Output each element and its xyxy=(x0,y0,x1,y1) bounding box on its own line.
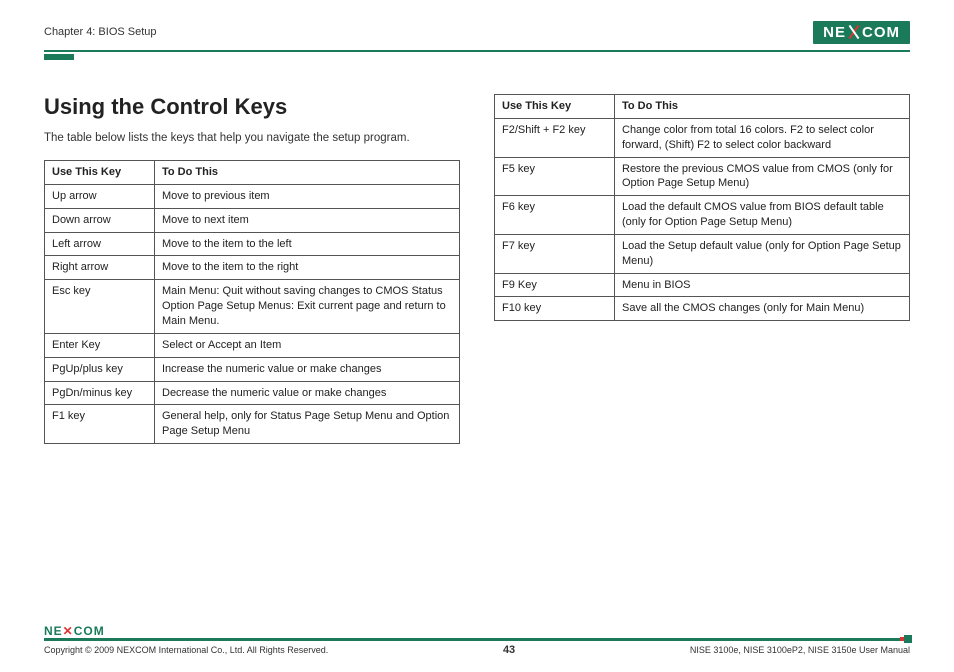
desc-cell: General help, only for Status Page Setup… xyxy=(155,405,460,444)
desc-cell: Move to the item to the right xyxy=(155,256,460,280)
key-cell: F2/Shift + F2 key xyxy=(495,118,615,157)
desc-cell: Move to previous item xyxy=(155,184,460,208)
control-keys-table-2: Use This Key To Do This F2/Shift + F2 ke… xyxy=(494,94,910,321)
logo-x-icon xyxy=(847,25,861,39)
footer-logo: NE✕COM xyxy=(44,624,910,638)
key-cell: Left arrow xyxy=(45,232,155,256)
right-column: Use This Key To Do This F2/Shift + F2 ke… xyxy=(494,94,910,444)
desc-cell: Menu in BIOS xyxy=(615,273,910,297)
desc-cell: Main Menu: Quit without saving changes t… xyxy=(155,280,460,334)
header-rule xyxy=(44,50,910,52)
table-row: F2/Shift + F2 keyChange color from total… xyxy=(495,118,910,157)
key-cell: Down arrow xyxy=(45,208,155,232)
page: Chapter 4: BIOS Setup NE COM Using the C… xyxy=(0,0,954,672)
footer-logo-x-icon: ✕ xyxy=(63,624,74,638)
table-row: F6 keyLoad the default CMOS value from B… xyxy=(495,196,910,235)
col-header-do: To Do This xyxy=(155,161,460,185)
intro-text: The table below lists the keys that help… xyxy=(44,130,460,146)
table-row: Enter KeySelect or Accept an Item xyxy=(45,333,460,357)
logo-text-left: NE xyxy=(823,24,846,41)
key-cell: F5 key xyxy=(495,157,615,196)
key-cell: PgUp/plus key xyxy=(45,357,155,381)
footer-row: Copyright © 2009 NEXCOM International Co… xyxy=(44,644,910,656)
table-row: Down arrowMove to next item xyxy=(45,208,460,232)
footer: NE✕COM Copyright © 2009 NEXCOM Internati… xyxy=(44,624,910,656)
table-row: Left arrowMove to the item to the left xyxy=(45,232,460,256)
logo-text-right: COM xyxy=(862,24,900,41)
table-row: F5 keyRestore the previous CMOS value fr… xyxy=(495,157,910,196)
desc-cell: Load the default CMOS value from BIOS de… xyxy=(615,196,910,235)
table-row: Esc keyMain Menu: Quit without saving ch… xyxy=(45,280,460,334)
page-number: 43 xyxy=(503,644,515,656)
desc-cell: Move to the item to the left xyxy=(155,232,460,256)
table-row: F9 KeyMenu in BIOS xyxy=(495,273,910,297)
chapter-label: Chapter 4: BIOS Setup xyxy=(44,26,157,38)
page-title: Using the Control Keys xyxy=(44,94,460,120)
manual-name: NISE 3100e, NISE 3100eP2, NISE 3150e Use… xyxy=(690,645,910,655)
table-row: F1 keyGeneral help, only for Status Page… xyxy=(45,405,460,444)
header: Chapter 4: BIOS Setup NE COM xyxy=(44,20,910,44)
key-cell: Enter Key xyxy=(45,333,155,357)
table-row: Up arrowMove to previous item xyxy=(45,184,460,208)
desc-cell: Restore the previous CMOS value from CMO… xyxy=(615,157,910,196)
key-cell: Esc key xyxy=(45,280,155,334)
desc-cell: Increase the numeric value or make chang… xyxy=(155,357,460,381)
table-row: PgDn/minus keyDecrease the numeric value… xyxy=(45,381,460,405)
key-cell: F1 key xyxy=(45,405,155,444)
key-cell: Right arrow xyxy=(45,256,155,280)
table-header-row: Use This Key To Do This xyxy=(45,161,460,185)
desc-cell: Move to next item xyxy=(155,208,460,232)
logo: NE COM xyxy=(813,21,910,44)
col-header-key: Use This Key xyxy=(495,95,615,119)
key-cell: Up arrow xyxy=(45,184,155,208)
desc-cell: Load the Setup default value (only for O… xyxy=(615,234,910,273)
desc-cell: Decrease the numeric value or make chang… xyxy=(155,381,460,405)
footer-logo-right: COM xyxy=(74,624,105,638)
footer-logo-left: NE xyxy=(44,624,63,638)
desc-cell: Change color from total 16 colors. F2 to… xyxy=(615,118,910,157)
key-cell: F9 Key xyxy=(495,273,615,297)
key-cell: F10 key xyxy=(495,297,615,321)
key-cell: F6 key xyxy=(495,196,615,235)
desc-cell: Select or Accept an Item xyxy=(155,333,460,357)
content: Using the Control Keys The table below l… xyxy=(44,94,910,444)
col-header-key: Use This Key xyxy=(45,161,155,185)
table-row: PgUp/plus keyIncrease the numeric value … xyxy=(45,357,460,381)
table-header-row: Use This Key To Do This xyxy=(495,95,910,119)
table-row: F7 keyLoad the Setup default value (only… xyxy=(495,234,910,273)
desc-cell: Save all the CMOS changes (only for Main… xyxy=(615,297,910,321)
table-row: Right arrowMove to the item to the right xyxy=(45,256,460,280)
left-column: Using the Control Keys The table below l… xyxy=(44,94,460,444)
key-cell: PgDn/minus key xyxy=(45,381,155,405)
table-row: F10 keySave all the CMOS changes (only f… xyxy=(495,297,910,321)
col-header-do: To Do This xyxy=(615,95,910,119)
key-cell: F7 key xyxy=(495,234,615,273)
control-keys-table-1: Use This Key To Do This Up arrowMove to … xyxy=(44,160,460,444)
footer-rule xyxy=(44,638,910,641)
copyright: Copyright © 2009 NEXCOM International Co… xyxy=(44,645,328,655)
